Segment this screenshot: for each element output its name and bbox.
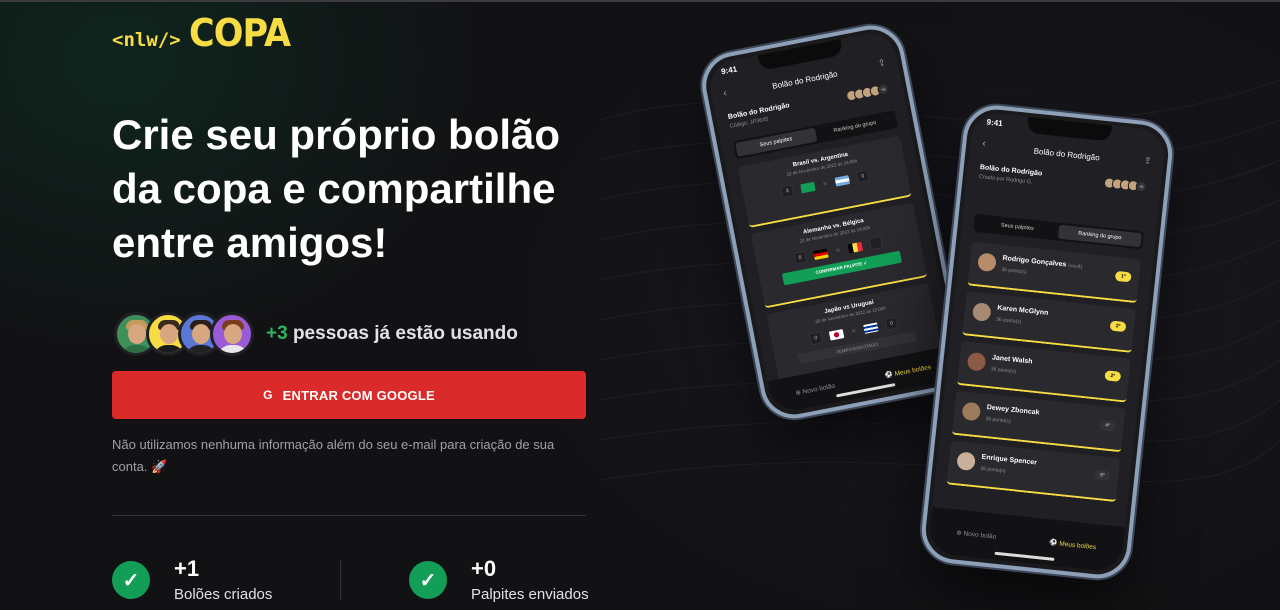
avatar	[210, 312, 254, 356]
brazil-flag-icon	[800, 181, 816, 193]
tab-ranking: Ranking do grupo	[833, 119, 877, 135]
nav-my-pools: ⚽ Meus bolões	[884, 363, 932, 380]
ranking-position-badge: 4º	[1099, 419, 1117, 432]
japan-flag-icon	[828, 328, 845, 341]
privacy-disclaimer: Não utilizamos nenhuma informação além d…	[112, 437, 555, 474]
ranking-name: Karen McGlynn	[996, 304, 1049, 317]
phone-mockup-ranking: 9:41 ‹ Bolão do Rodrigão ⇪ Bolão do Rodr…	[918, 102, 1176, 582]
stat-guesses-sent: ✓ +0 Palpites enviados	[409, 558, 589, 603]
check-icon: ✓	[112, 561, 150, 599]
uruguay-flag-icon	[863, 321, 879, 334]
ranking-row: Enrique Spencer 36 ponto(s) 5º	[946, 440, 1121, 503]
phone-time: 9:41	[986, 117, 1004, 129]
ranking-name: Janet Walsh	[991, 354, 1033, 366]
score-input	[868, 236, 883, 251]
phone-mockup-guesses: 9:41 ‹ Bolão do Rodrigão ⇪ Bolão do Rodr…	[696, 19, 969, 425]
phone-notch	[1026, 116, 1112, 142]
germany-flag-icon	[813, 248, 829, 260]
check-icon: ✓	[409, 561, 447, 599]
stat-value: +0	[471, 556, 497, 581]
ranking-points: 36 ponto(s)	[985, 416, 1012, 425]
logo-copa: COPA	[188, 11, 291, 55]
ranking-name: Enrique Spencer	[981, 453, 1038, 467]
top-border	[0, 0, 1280, 2]
participant-avatars: +6	[1103, 177, 1148, 193]
tab-ranking: Ranking do grupo	[1057, 224, 1142, 248]
vertical-divider	[340, 560, 341, 600]
avatar	[961, 401, 982, 422]
tab-guesses: Seus palpites	[1000, 222, 1035, 232]
tab-guesses: Seus palpites	[735, 127, 817, 157]
phone-screen: 9:41 ‹ Bolão do Rodrigão ⇪ Bolão do Rodr…	[927, 111, 1167, 573]
share-icon: ⇪	[1143, 155, 1153, 166]
phone-screen: 9:41 ‹ Bolão do Rodrigão ⇪ Bolão do Rodr…	[705, 29, 960, 415]
avatar	[971, 302, 992, 322]
stat-value: +1	[174, 556, 200, 581]
ranking-position-badge: 5º	[1093, 469, 1111, 482]
users-label: pessoas já estão usando	[287, 323, 518, 344]
ranking-points: 36 ponto(s)	[990, 366, 1017, 375]
ranking-points: 36 ponto(s)	[995, 316, 1022, 326]
belgium-flag-icon	[847, 241, 863, 253]
ranking-name: Dewey Zboncak	[986, 404, 1040, 417]
phone-bottom-nav: ⊕ Novo bolão ⚽ Meus bolões	[927, 506, 1126, 573]
score-input: 0	[808, 331, 823, 346]
page-title: Crie seu próprio bolão da copa e compart…	[112, 111, 561, 266]
stat-label: Bolões criados	[174, 586, 273, 603]
nav-new-pool: ⊕ Novo bolão	[794, 382, 836, 398]
score-input: 0	[855, 169, 870, 184]
nav-new-pool: ⊕ Novo bolão	[955, 529, 997, 541]
logo-nlw: <nlw/>	[112, 29, 181, 51]
google-login-button[interactable]: G ENTRAR COM GOOGLE	[112, 371, 586, 419]
phone-time: 9:41	[720, 64, 738, 77]
divider	[112, 515, 586, 516]
ranking-points: 36 ponto(s)	[980, 465, 1006, 475]
versus-icon: ✕	[822, 180, 829, 188]
avatar	[956, 451, 976, 472]
stat-pools-created: ✓ +1 Bolões criados	[112, 558, 272, 603]
versus-icon: ✕	[850, 328, 857, 335]
users-count-text: +3 pessoas já estão usando	[266, 323, 518, 345]
google-login-label: ENTRAR COM GOOGLE	[282, 387, 435, 403]
versus-icon: ✕	[835, 247, 842, 255]
google-icon: G	[263, 388, 273, 402]
avatar	[966, 351, 987, 372]
users-count: +3	[266, 323, 288, 344]
score-input: 0	[793, 250, 808, 265]
ranking-points: 36 ponto(s)	[1000, 266, 1027, 276]
ranking-position-badge: 1º	[1114, 270, 1132, 283]
users-row: +3 pessoas já estão usando	[114, 312, 518, 356]
score-input: 0	[884, 316, 899, 331]
ranking-position-badge: 2º	[1109, 320, 1127, 333]
avatar	[977, 252, 997, 273]
score-input: 3	[780, 184, 795, 199]
logo: <nlw/> COPA	[112, 14, 299, 52]
ranking-position-badge: 2º	[1104, 370, 1122, 382]
argentina-flag-icon	[834, 174, 850, 187]
participant-avatars: +6	[845, 82, 890, 102]
nav-my-pools: ⚽ Meus bolões	[1049, 539, 1097, 552]
stat-label: Palpites enviados	[471, 586, 589, 603]
